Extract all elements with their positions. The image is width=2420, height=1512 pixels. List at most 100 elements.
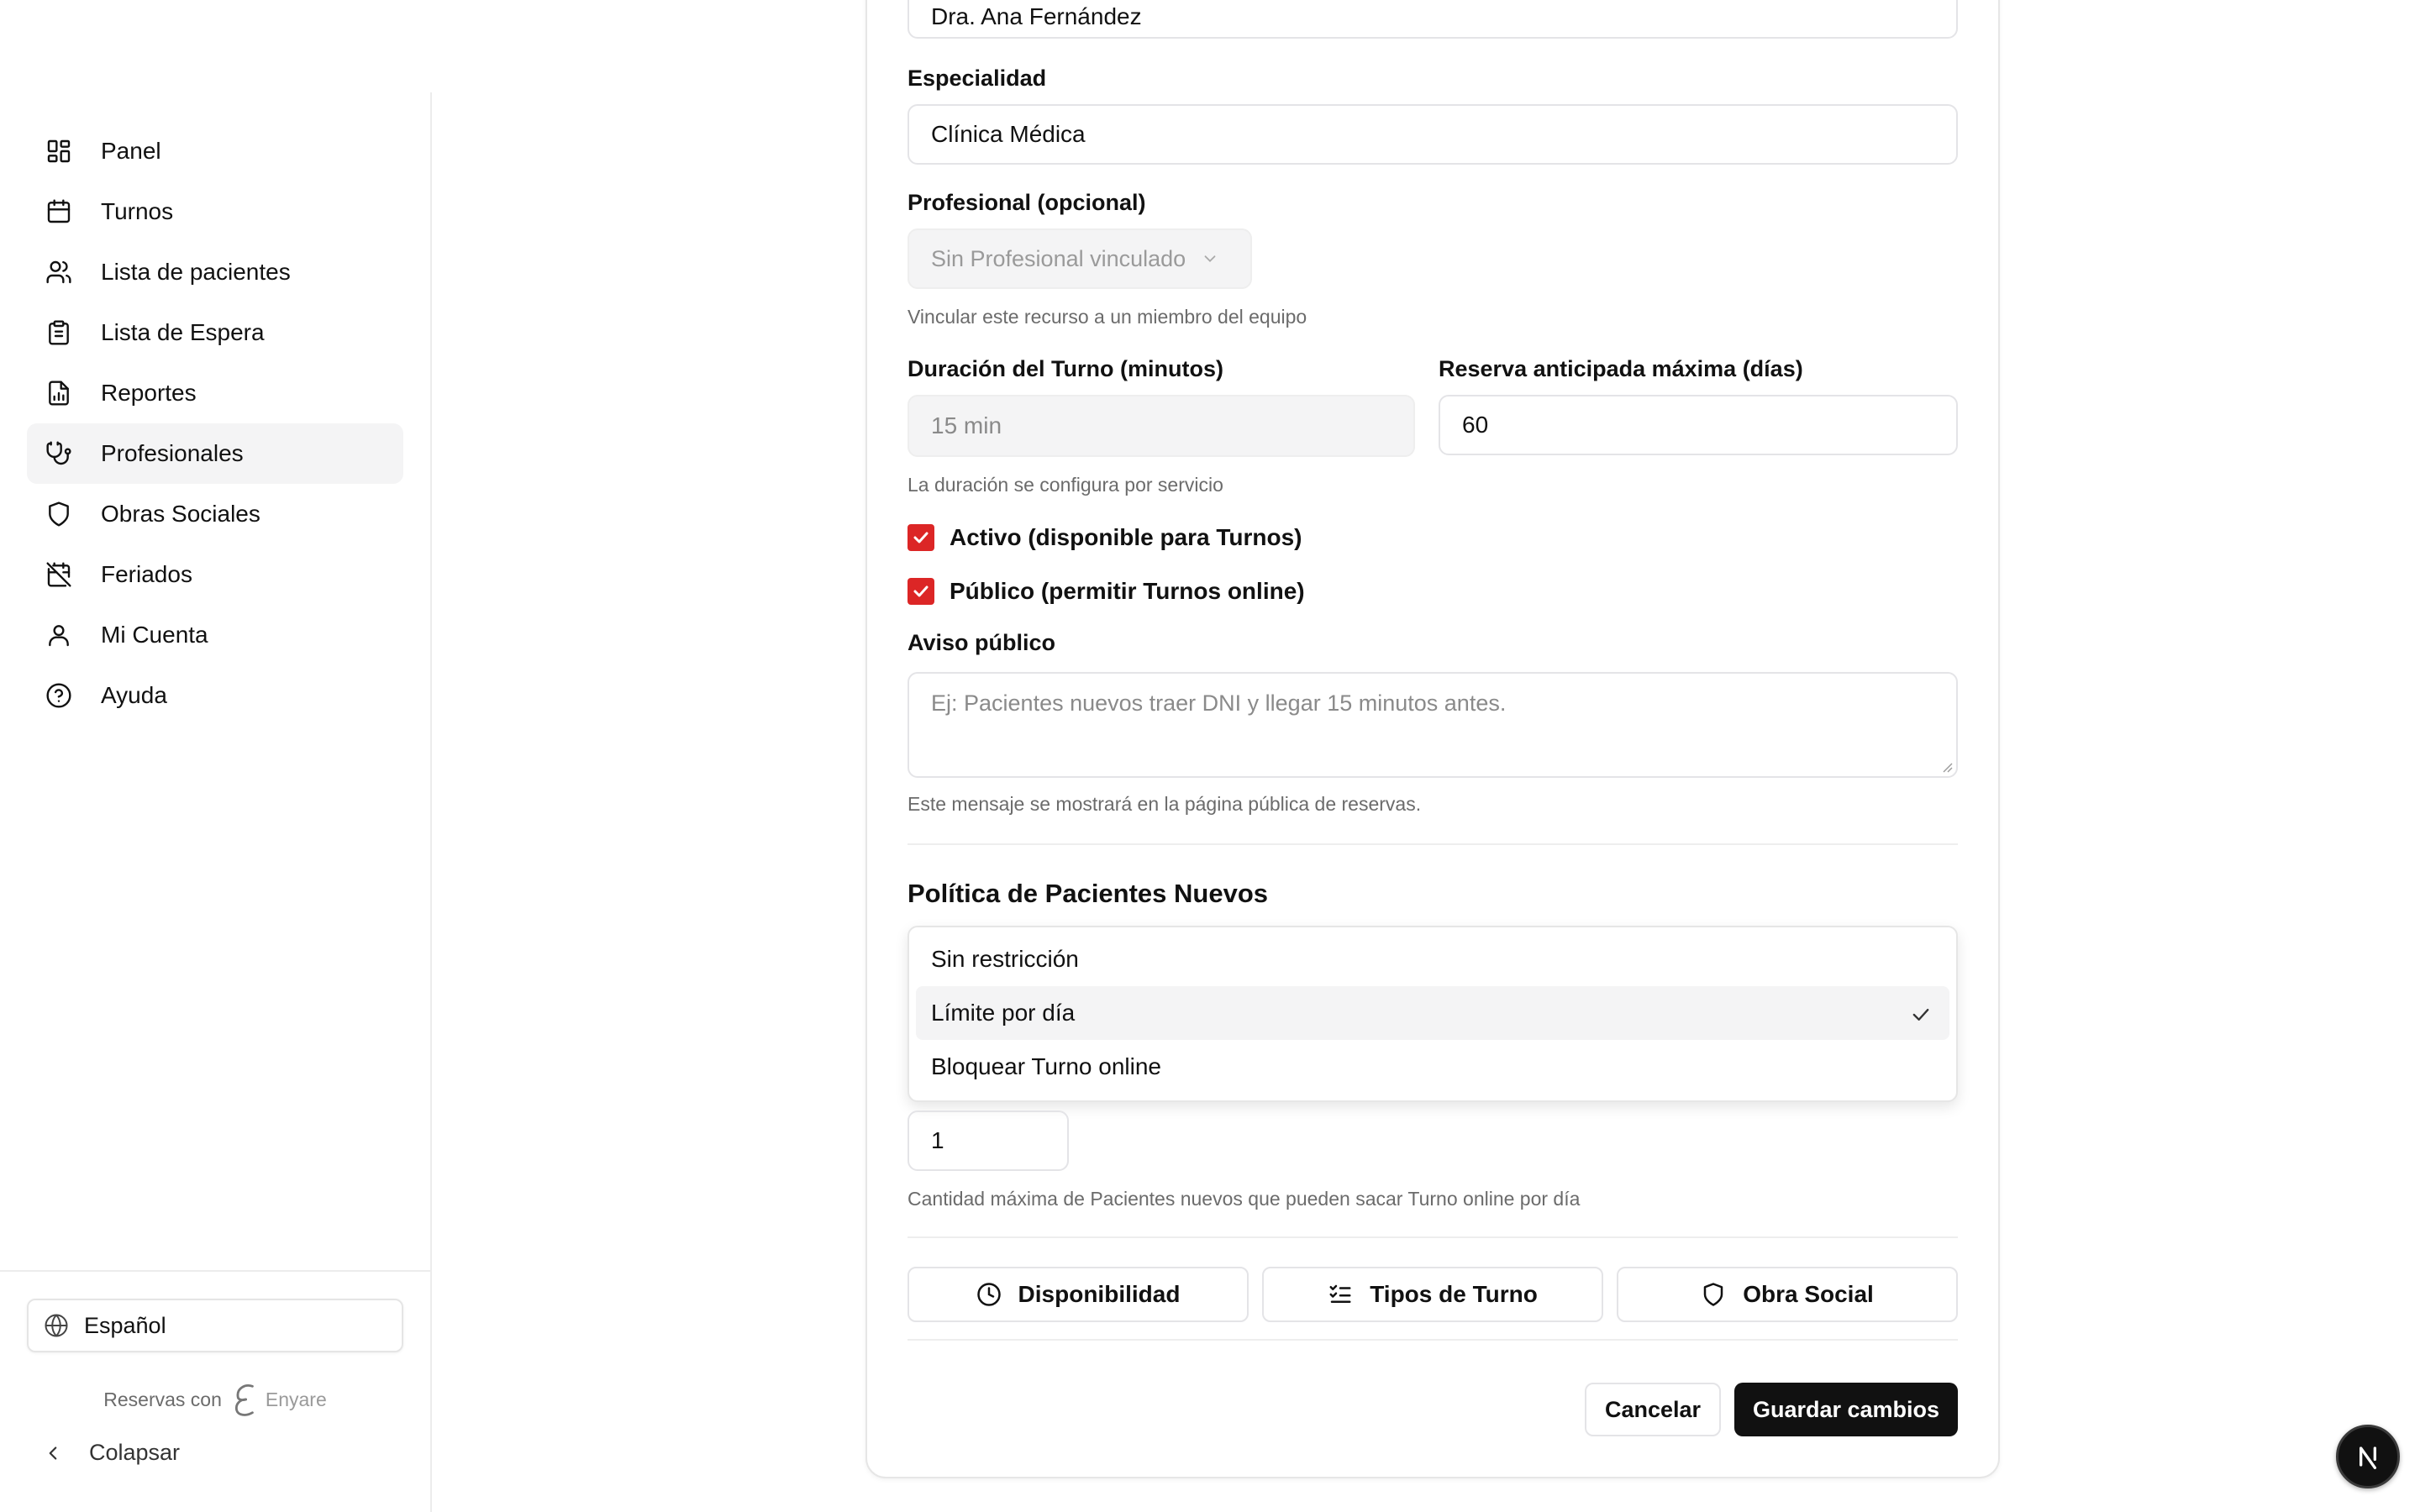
list-checks-icon	[1329, 1284, 1351, 1303]
name-field[interactable]: Dra. Ana Fernández	[908, 0, 1958, 39]
sidebar-item-label: Ayuda	[101, 682, 167, 708]
enyare-logo-icon	[234, 1384, 254, 1416]
sidebar-item-account[interactable]: Mi Cuenta	[27, 605, 403, 665]
active-label: Activo (disponible para Turnos)	[950, 524, 1302, 550]
professional-select: Sin Profesional vinculado	[908, 228, 1252, 289]
advance-booking-value: 60	[1462, 412, 1489, 438]
powered-by: Reservas con Enyare	[0, 1381, 430, 1418]
availability-button[interactable]: Disponibilidad	[908, 1267, 1249, 1322]
save-changes-button[interactable]: Guardar cambios	[1734, 1383, 1958, 1436]
check-icon	[1912, 1009, 1929, 1021]
policy-option-daily-limit[interactable]: Límite por día	[916, 986, 1949, 1040]
duration-label: Duración del Turno (minutos)	[908, 356, 1223, 381]
sidebar-item-label: Lista de Espera	[101, 319, 265, 345]
language-select[interactable]: Español	[27, 1299, 403, 1352]
specialty-label: Especialidad	[908, 66, 1047, 91]
public-notice-placeholder: Ej: Pacientes nuevos traer DNI y llegar …	[931, 690, 1507, 716]
n-logo-icon	[2360, 1446, 2376, 1469]
sidebar: Panel Turnos Lista de pacientes Lista de…	[0, 92, 432, 1512]
clipboard-icon	[45, 319, 72, 346]
sidebar-item-label: Lista de pacientes	[101, 259, 291, 285]
policy-option-block-online[interactable]: Bloquear Turno online	[916, 1040, 1949, 1094]
sidebar-item-reports[interactable]: Reportes	[27, 363, 403, 423]
policy-dropdown-menu: Sin restricción Límite por día Bloquear …	[908, 926, 1958, 1102]
stethoscope-icon	[45, 440, 72, 467]
new-patients-policy-title: Política de Pacientes Nuevos	[908, 879, 1269, 908]
advance-booking-field[interactable]: 60	[1439, 395, 1958, 455]
section-divider	[908, 1236, 1958, 1238]
sidebar-item-holidays[interactable]: Feriados	[27, 544, 403, 605]
sidebar-item-patients[interactable]: Lista de pacientes	[27, 242, 403, 302]
resize-handle-icon[interactable]	[1939, 759, 1953, 773]
clock-icon	[976, 1283, 1001, 1306]
advance-booking-label: Reserva anticipada máxima (días)	[1439, 356, 1803, 381]
duration-value: 15 min	[931, 412, 1002, 438]
sidebar-item-label: Feriados	[101, 561, 192, 587]
professional-hint: Vincular este recurso a un miembro del e…	[908, 306, 1307, 328]
help-circle-icon	[45, 682, 72, 709]
appointment-types-button[interactable]: Tipos de Turno	[1262, 1267, 1603, 1322]
name-value: Dra. Ana Fernández	[931, 3, 1142, 29]
powered-by-text: Reservas con	[103, 1388, 222, 1410]
policy-option-no-restriction[interactable]: Sin restricción	[916, 932, 1949, 986]
section-divider	[908, 1339, 1958, 1341]
duration-hint: La duración se configura por servicio	[908, 474, 1223, 496]
sidebar-item-panel[interactable]: Panel	[27, 121, 403, 181]
sidebar-item-label: Turnos	[101, 198, 174, 224]
collapse-button[interactable]: Colapsar	[42, 1440, 180, 1466]
duration-field: 15 min	[908, 395, 1415, 457]
professional-label: Profesional (opcional)	[908, 190, 1146, 215]
specialty-field[interactable]: Clínica Médica	[908, 104, 1958, 165]
daily-limit-input[interactable]: 1	[908, 1110, 1069, 1171]
public-label: Público (permitir Turnos online)	[950, 578, 1305, 604]
sidebar-footer: Español Reservas con Enyare Colapsar	[0, 1270, 430, 1512]
calendar-off-icon	[45, 561, 72, 588]
public-notice-hint: Este mensaje se mostrará en la página pú…	[908, 793, 1422, 815]
chevron-left-icon	[49, 1446, 57, 1460]
appointment-types-label: Tipos de Turno	[1370, 1281, 1538, 1307]
option-label: Bloquear Turno online	[931, 1053, 1161, 1079]
active-checkbox[interactable]	[908, 524, 934, 551]
collapse-label: Colapsar	[89, 1440, 181, 1465]
option-label: Sin restricción	[931, 946, 1079, 972]
cancel-button[interactable]: Cancelar	[1585, 1383, 1721, 1436]
section-divider	[908, 843, 1958, 845]
active-checkbox-row[interactable]: Activo (disponible para Turnos)	[908, 524, 1302, 551]
brand-name: Enyare	[265, 1388, 327, 1410]
globe-icon	[45, 1314, 68, 1337]
sidebar-item-waitlist[interactable]: Lista de Espera	[27, 302, 403, 363]
daily-limit-hint: Cantidad máxima de Pacientes nuevos que …	[908, 1188, 1581, 1210]
check-icon	[913, 532, 929, 543]
availability-label: Disponibilidad	[1018, 1281, 1181, 1307]
sidebar-item-label: Reportes	[101, 380, 197, 406]
calendar-icon	[45, 198, 72, 225]
sidebar-item-label: Obras Sociales	[101, 501, 260, 527]
public-notice-textarea[interactable]: Ej: Pacientes nuevos traer DNI y llegar …	[908, 672, 1958, 778]
sidebar-item-professionals[interactable]: Profesionales	[27, 423, 403, 484]
shield-icon	[45, 501, 72, 528]
professional-value: Sin Profesional vinculado	[931, 245, 1186, 271]
daily-limit-value: 1	[931, 1127, 944, 1153]
sidebar-item-label: Profesionales	[101, 440, 244, 466]
public-checkbox-row[interactable]: Público (permitir Turnos online)	[908, 578, 1305, 605]
public-checkbox[interactable]	[908, 578, 934, 605]
shield-icon	[1703, 1283, 1723, 1306]
brand-logo[interactable]: Enyare	[230, 1381, 327, 1418]
insurance-label: Obra Social	[1743, 1281, 1874, 1307]
sidebar-item-turnos[interactable]: Turnos	[27, 181, 403, 242]
dashboard-icon	[45, 138, 72, 165]
sidebar-item-label: Panel	[101, 138, 161, 164]
sidebar-nav: Panel Turnos Lista de pacientes Lista de…	[27, 121, 403, 726]
sidebar-item-help[interactable]: Ayuda	[27, 665, 403, 726]
sidebar-item-insurance[interactable]: Obras Sociales	[27, 484, 403, 544]
chevron-down-icon	[1204, 255, 1216, 263]
sidebar-item-label: Mi Cuenta	[101, 622, 208, 648]
report-icon	[45, 380, 72, 407]
users-icon	[45, 259, 72, 286]
insurance-button[interactable]: Obra Social	[1617, 1267, 1958, 1322]
nextjs-dev-button[interactable]	[2336, 1425, 2400, 1488]
public-notice-label: Aviso público	[908, 630, 1056, 655]
user-icon	[45, 622, 72, 648]
specialty-value: Clínica Médica	[931, 121, 1086, 147]
option-label: Límite por día	[931, 1000, 1076, 1026]
